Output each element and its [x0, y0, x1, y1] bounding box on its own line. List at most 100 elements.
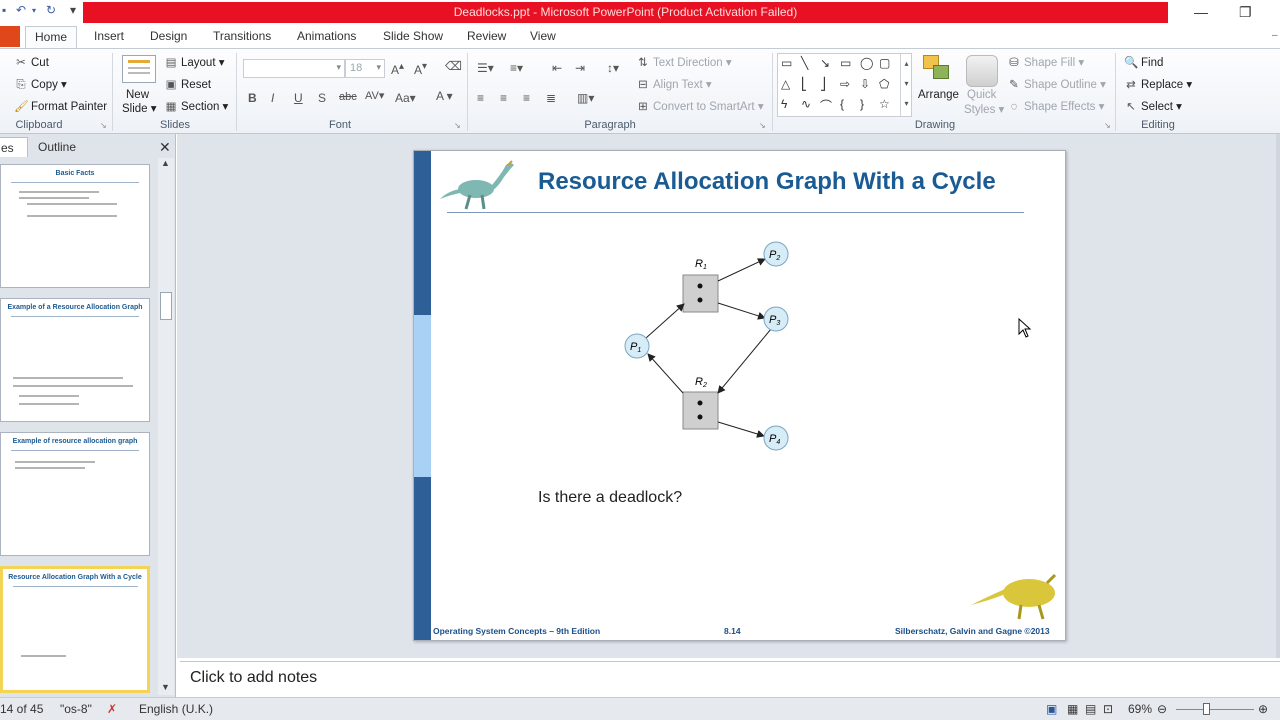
numbering-icon[interactable]: ≡▾	[510, 61, 523, 75]
close-pane-icon[interactable]: ✕	[159, 139, 171, 156]
decrease-indent-icon[interactable]: ⇤	[552, 61, 562, 75]
font-size-box[interactable]: 18 ▾	[345, 59, 385, 78]
restore-icon[interactable]: ❐	[1239, 4, 1252, 21]
slide-thumbnail[interactable]: Example of resource allocation graph	[0, 432, 150, 556]
slide-area-scrollbar[interactable]	[1276, 134, 1280, 658]
star-shape-icon[interactable]: ☆	[879, 97, 890, 111]
underline-icon[interactable]: U	[294, 91, 303, 105]
slide-sorter-icon[interactable]: ▦	[1067, 702, 1078, 716]
shapes-gallery[interactable]: ▭ ╲ ↘ ▭ ◯ ▢ △ ⎣ ⎦ ⇨ ⇩ ⬠ ϟ ∿ ⌒ { } ☆ ▴ ▾ ▾	[777, 53, 912, 117]
slide-canvas[interactable]: Resource Allocation Graph With a Cycle P…	[413, 150, 1066, 641]
font-name-box[interactable]: ▾	[243, 59, 345, 78]
new-slide-icon[interactable]	[122, 55, 156, 83]
clipboard-launcher-icon[interactable]: ↘	[100, 121, 107, 130]
zoom-level[interactable]: 69%	[1128, 702, 1152, 716]
strikethrough-icon[interactable]: abc	[339, 91, 357, 103]
undo-icon[interactable]: ↶	[16, 3, 26, 17]
save-icon[interactable]: ▪	[2, 3, 6, 17]
normal-view-icon[interactable]: ▣	[1046, 702, 1057, 716]
tab-home[interactable]: Home	[25, 26, 78, 49]
freeform-shape-icon[interactable]: ⬠	[879, 77, 889, 91]
curve-shape-icon[interactable]: ∿	[801, 97, 811, 111]
tab-view[interactable]: View	[530, 29, 556, 43]
scribble-shape-icon[interactable]: ϟ	[781, 97, 787, 111]
bullets-icon[interactable]: ☰▾	[477, 61, 494, 75]
elbow-arrow-shape-icon[interactable]: ⎦	[820, 77, 826, 91]
slide-thumbnail[interactable]: Basic Facts	[0, 164, 150, 288]
slides-pane-scrollbar[interactable]: ▲ ▼	[158, 158, 174, 695]
slide-thumbnail-selected[interactable]: Resource Allocation Graph With a Cycle	[0, 566, 150, 693]
quick-styles-icon[interactable]	[966, 55, 998, 87]
clear-formatting-icon[interactable]: ⌫	[445, 59, 462, 73]
tab-outline[interactable]: Outline	[30, 137, 85, 157]
shapes-gallery-scroll[interactable]: ▴ ▾ ▾	[900, 54, 912, 116]
arrange-icon[interactable]	[921, 53, 955, 87]
tab-review[interactable]: Review	[467, 29, 506, 43]
tab-animations[interactable]: Animations	[297, 29, 356, 43]
zoom-out-icon[interactable]: ⊖	[1157, 702, 1167, 716]
slideshow-view-icon[interactable]: ⊡	[1103, 702, 1113, 716]
find-button[interactable]: 🔍 Find	[1124, 55, 1163, 69]
minimize-icon[interactable]: —	[1194, 4, 1208, 20]
replace-button[interactable]: ⇄ Replace ▾	[1124, 77, 1192, 91]
tab-slide-show[interactable]: Slide Show	[383, 29, 443, 43]
cut-button[interactable]: ✂ Cut	[14, 55, 49, 69]
tab-transitions[interactable]: Transitions	[213, 29, 271, 43]
undo-dropdown-icon[interactable]: ▾	[32, 6, 36, 15]
section-button[interactable]: ▦ Section ▾	[164, 99, 229, 113]
justify-icon[interactable]: ≣	[546, 91, 556, 105]
italic-icon[interactable]: I	[271, 91, 274, 105]
shadow-icon[interactable]: S	[318, 91, 326, 105]
scroll-up-icon[interactable]: ▲	[161, 158, 170, 168]
increase-indent-icon[interactable]: ⇥	[575, 61, 585, 75]
down-arrow-shape-icon[interactable]: ⇩	[860, 77, 870, 91]
textbox-shape-icon[interactable]: ▭	[781, 56, 792, 70]
new-slide-button-label2[interactable]: Slide ▾	[122, 101, 157, 115]
ribbon-collapse-icon[interactable]: –	[1272, 30, 1278, 41]
shape-effects-button[interactable]: ◌ Shape Effects ▾	[1007, 99, 1105, 113]
arc-shape-icon[interactable]: ⌒	[820, 97, 832, 114]
new-slide-button[interactable]: New	[126, 89, 149, 101]
notes-pane[interactable]: Click to add notes	[180, 661, 1280, 697]
left-brace-shape-icon[interactable]: {	[840, 97, 844, 111]
line-shape-icon[interactable]: ╲	[801, 56, 808, 70]
rectangle-shape-icon[interactable]: ▭	[840, 56, 851, 70]
font-launcher-icon[interactable]: ↘	[454, 121, 461, 130]
align-text-button[interactable]: ⊟ Align Text ▾	[636, 77, 711, 91]
scroll-down-icon[interactable]: ▼	[161, 682, 170, 692]
format-painter-button[interactable]: 🖌 Format Painter	[14, 99, 107, 113]
language-indicator[interactable]: English (U.K.)	[139, 702, 213, 716]
arrange-button[interactable]: Arrange	[918, 89, 959, 101]
spelling-check-icon[interactable]: ✗	[107, 702, 117, 716]
notes-placeholder[interactable]: Click to add notes	[190, 669, 317, 687]
drawing-launcher-icon[interactable]: ↘	[1104, 121, 1111, 130]
rounded-rectangle-shape-icon[interactable]: ▢	[879, 56, 890, 70]
arrow-line-shape-icon[interactable]: ↘	[820, 56, 830, 70]
paragraph-launcher-icon[interactable]: ↘	[759, 121, 766, 130]
align-left-icon[interactable]: ≡	[477, 91, 484, 105]
character-spacing-icon[interactable]: AV▾	[365, 89, 384, 102]
text-direction-button[interactable]: ⇅ Text Direction ▾	[636, 55, 731, 69]
zoom-in-icon[interactable]: ⊕	[1258, 702, 1268, 716]
layout-button[interactable]: ▤ Layout ▾	[164, 55, 225, 69]
shrink-font-icon[interactable]: A▾	[414, 61, 427, 77]
shape-fill-button[interactable]: ⛁ Shape Fill ▾	[1007, 55, 1084, 69]
change-case-icon[interactable]: Aa▾	[395, 91, 416, 105]
bold-icon[interactable]: B	[248, 91, 257, 105]
quick-styles-button[interactable]: Quick	[967, 89, 996, 101]
font-color-icon[interactable]: A ▾	[436, 89, 453, 103]
right-arrow-shape-icon[interactable]: ⇨	[840, 77, 850, 91]
quick-styles-button-label2[interactable]: Styles ▾	[964, 102, 1004, 116]
slide-thumbnail[interactable]: Example of a Resource Allocation Graph	[0, 298, 150, 422]
align-right-icon[interactable]: ≡	[523, 91, 530, 105]
line-spacing-icon[interactable]: ↕▾	[607, 61, 619, 75]
elbow-connector-shape-icon[interactable]: ⎣	[801, 77, 807, 91]
oval-shape-icon[interactable]: ◯	[860, 56, 873, 70]
convert-smartart-button[interactable]: ⊞ Convert to SmartArt ▾	[636, 99, 763, 113]
reading-view-icon[interactable]: ▤	[1085, 702, 1096, 716]
reset-button[interactable]: ▣ Reset	[164, 77, 211, 91]
right-brace-shape-icon[interactable]: }	[860, 97, 864, 111]
grow-font-icon[interactable]: A▴	[391, 61, 404, 77]
tab-slides[interactable]: es	[0, 137, 28, 157]
customize-qat-icon[interactable]: ▾	[70, 3, 76, 17]
